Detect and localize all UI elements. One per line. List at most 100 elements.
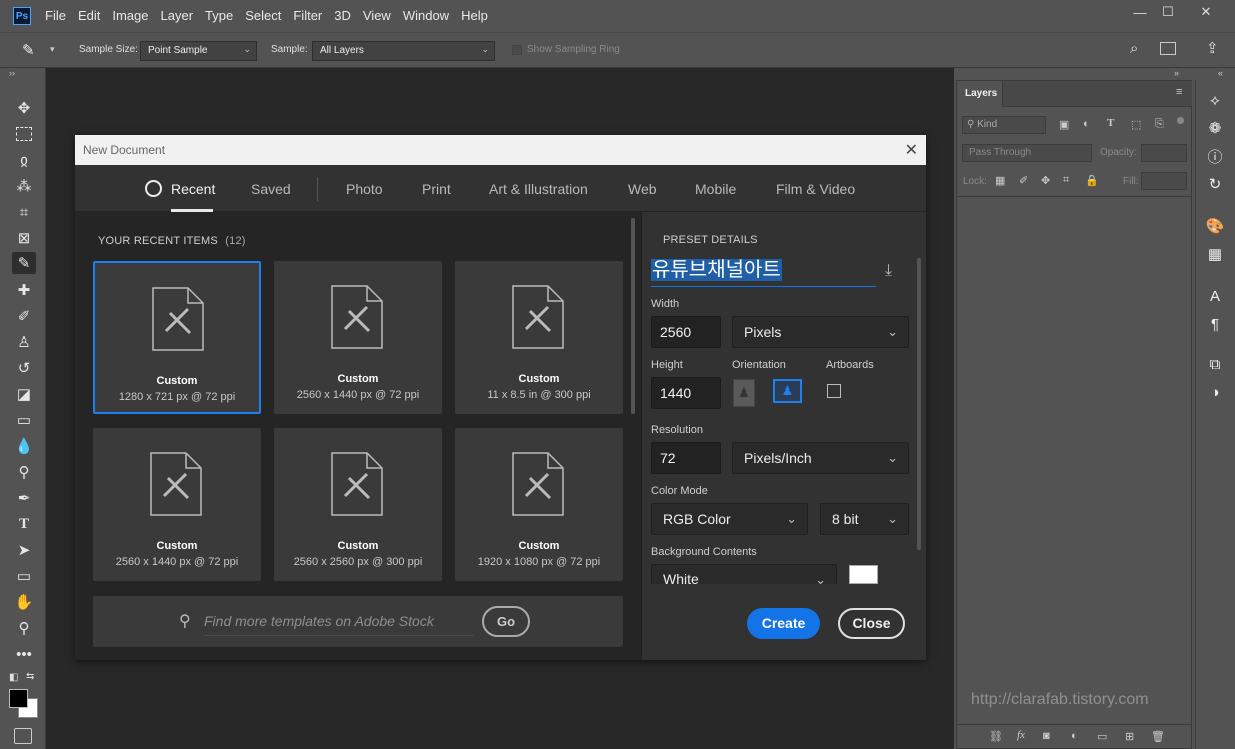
blend-mode-select[interactable]: Pass Through [962,144,1092,162]
menu-edit[interactable]: Edit [72,0,106,32]
tab-film-video[interactable]: Film & Video [776,181,855,197]
resolution-unit-select[interactable]: Pixels/Inch ⌄ [732,442,909,474]
rectangle-tool-icon[interactable]: ▭ [12,565,36,587]
tool-preset-chevron-icon[interactable]: ▾ [50,44,55,55]
width-input[interactable]: 2560 [651,316,721,348]
recent-item-card[interactable]: Custom 11 x 8.5 in @ 300 ppi [455,261,623,414]
info-icon[interactable]: ⓘ [1204,146,1226,166]
create-button[interactable]: Create [747,608,820,639]
sample-size-select[interactable]: Point Sample ⌄ [140,41,257,61]
type-filter-icon[interactable]: T [1107,117,1114,129]
crop-tool-icon[interactable]: ⌗ [12,201,36,223]
fx-icon[interactable]: fx [1017,729,1025,741]
tab-web[interactable]: Web [628,181,657,197]
move-tool-icon[interactable]: ✥ [12,97,36,119]
resolution-input[interactable]: 72 [651,442,721,474]
shape-filter-icon[interactable]: ⬚ [1131,118,1141,131]
menu-help[interactable]: Help [455,0,494,32]
sample-select[interactable]: All Layers ⌄ [312,41,495,61]
marquee-tool-icon[interactable] [12,123,36,145]
save-preset-icon[interactable]: ⤓ [885,262,892,280]
layers-tab[interactable]: Layers [957,81,1003,107]
panel-menu-icon[interactable]: ≡ [1176,86,1182,98]
path-selection-tool-icon[interactable]: ➤ [12,539,36,561]
eraser-tool-icon[interactable]: ◪ [12,383,36,405]
hand-tool-icon[interactable]: ✋ [12,591,36,613]
new-group-icon[interactable]: ▭ [1097,730,1107,743]
photoshop-logo[interactable]: Ps [13,7,31,25]
paths-icon[interactable]: ⟡ [1204,90,1226,110]
libraries-icon[interactable]: ⧉ [1204,354,1226,374]
menu-type[interactable]: Type [199,0,239,32]
go-button[interactable]: Go [482,606,530,637]
pixel-filter-icon[interactable]: ▣ [1059,118,1069,131]
swatches-icon[interactable]: ▦ [1204,244,1226,264]
collapse-panels-icon[interactable]: » [1174,68,1179,78]
scrollbar[interactable] [631,218,635,414]
type-tool-icon[interactable]: T [12,513,36,535]
menu-image[interactable]: Image [106,0,154,32]
color-icon[interactable]: 🎨 [1204,216,1226,236]
link-layers-icon[interactable]: ⛓ [989,730,1003,743]
menu-3d[interactable]: 3D [328,0,357,32]
close-window-button[interactable]: ✕ [1193,2,1219,22]
blur-tool-icon[interactable]: 💧 [12,435,36,457]
width-unit-select[interactable]: Pixels ⌄ [732,316,909,348]
healing-brush-tool-icon[interactable]: ✚ [12,279,36,301]
adjustments-icon[interactable]: ◑ [1204,382,1226,402]
workspace-icon[interactable] [1160,42,1176,55]
default-colors-icon[interactable]: ◧ [9,672,18,683]
history-icon[interactable]: ↻ [1204,174,1226,194]
recent-item-card[interactable]: Custom 2560 x 1440 px @ 72 ppi [274,261,442,414]
paragraph-icon[interactable]: ¶ [1204,314,1226,334]
share-icon[interactable]: ⇪ [1206,39,1219,57]
channels-icon[interactable]: ❁ [1204,118,1226,138]
artboards-checkbox[interactable] [827,384,841,398]
recent-item-card[interactable]: Custom 1920 x 1080 px @ 72 ppi [455,428,623,581]
filter-toggle[interactable] [1177,117,1184,124]
dialog-close-icon[interactable]: ✕ [905,140,918,160]
lock-all-icon[interactable]: 🔒 [1085,174,1099,187]
show-sampling-ring-checkbox[interactable] [512,45,522,55]
recent-item-card[interactable]: Custom 1280 x 721 px @ 72 ppi [93,261,261,414]
quick-mask-icon[interactable] [14,728,32,744]
tab-mobile[interactable]: Mobile [695,181,736,197]
portrait-orientation-button[interactable]: ♟ [733,379,755,407]
tab-art-illustration[interactable]: Art & Illustration [489,181,588,197]
tab-saved[interactable]: Saved [251,181,291,197]
height-input[interactable]: 1440 [651,377,721,409]
menu-select[interactable]: Select [239,0,287,32]
clone-stamp-tool-icon[interactable]: ♙ [12,331,36,353]
pen-tool-icon[interactable]: ✒ [12,487,36,509]
color-mode-select[interactable]: RGB Color ⌄ [651,503,808,535]
menu-view[interactable]: View [357,0,397,32]
recent-item-card[interactable]: Custom 2560 x 1440 px @ 72 ppi [93,428,261,581]
preset-name-field[interactable]: 유튜브채널아트 [651,257,876,287]
character-icon[interactable]: A [1204,286,1226,306]
dodge-tool-icon[interactable]: ⚲ [12,461,36,483]
adjustment-filter-icon[interactable]: ◐ [1083,118,1090,130]
opacity-input[interactable] [1141,144,1187,162]
background-contents-select[interactable]: White ⌄ [651,564,837,587]
eyedropper-icon[interactable]: ✎ [22,41,44,61]
close-button[interactable]: Close [838,608,905,639]
smart-object-filter-icon[interactable]: ⎘ [1155,118,1164,131]
more-tools-icon[interactable]: ••• [12,643,36,665]
background-color-swatch[interactable] [849,565,878,584]
frame-tool-icon[interactable]: ⊠ [12,227,36,249]
recent-item-card[interactable]: Custom 2560 x 2560 px @ 300 ppi [274,428,442,581]
lock-pixels-icon[interactable]: ✐ [1019,174,1028,187]
landscape-orientation-button[interactable]: ♟ [773,379,802,403]
menu-window[interactable]: Window [397,0,455,32]
foreground-color-swatch[interactable] [9,689,28,708]
add-mask-icon[interactable]: ◙ [1043,730,1050,742]
delete-layer-icon[interactable]: 🗑 [1151,730,1165,743]
tab-photo[interactable]: Photo [346,181,383,197]
zoom-tool-icon[interactable]: ⚲ [12,617,36,639]
collapse-toolbar-icon[interactable]: ›› [9,68,15,78]
gradient-tool-icon[interactable]: ▭ [12,409,36,431]
eyedropper-tool-icon[interactable]: ✎ [12,252,36,274]
lock-transparency-icon[interactable]: ▦ [995,174,1005,187]
lasso-tool-icon[interactable]: ჲ [12,149,36,171]
menu-layer[interactable]: Layer [155,0,200,32]
